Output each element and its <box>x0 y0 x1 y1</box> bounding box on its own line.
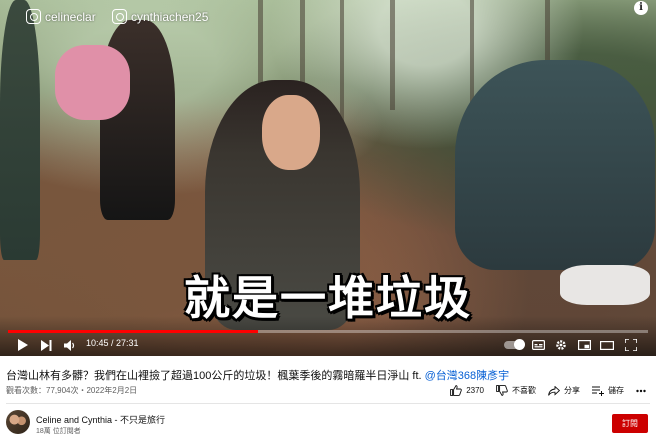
subscribe-button[interactable]: 訂閱 <box>612 414 648 433</box>
share-label: 分享 <box>564 386 580 395</box>
subscriber-count: 18萬 位訂閱者 <box>36 428 81 435</box>
theater-icon[interactable] <box>599 336 615 354</box>
volume-icon[interactable] <box>62 336 78 354</box>
time-display: 10:45 / 27:31 <box>86 338 139 348</box>
like-button[interactable]: 2370 <box>450 385 484 396</box>
pink-backpack <box>55 45 130 120</box>
save-playlist-icon <box>592 386 604 396</box>
person-left-edge <box>0 0 40 260</box>
player-controls: 10:45 / 27:31 <box>0 336 656 354</box>
watermark-instagram-1: celineclar <box>26 9 96 24</box>
next-icon[interactable] <box>38 336 54 354</box>
watermark-handle-1: celineclar <box>45 9 96 24</box>
play-icon[interactable] <box>14 336 30 354</box>
instagram-icon <box>26 9 41 24</box>
video-player[interactable]: celineclar cynthiachen25 i 就是一堆垃圾 10:45 … <box>0 0 656 356</box>
like-count: 2370 <box>466 386 484 395</box>
share-icon <box>548 385 560 396</box>
divider <box>6 403 650 404</box>
settings-icon[interactable] <box>553 336 569 354</box>
thumbs-down-icon <box>496 385 508 396</box>
save-label: 儲存 <box>608 386 624 395</box>
channel-name[interactable]: Celine and Cynthia - 不只是旅行 <box>36 413 165 426</box>
share-button[interactable]: 分享 <box>548 385 580 396</box>
autoplay-toggle[interactable] <box>504 339 525 350</box>
save-button[interactable]: 儲存 <box>592 385 624 396</box>
progress-fill <box>8 330 258 333</box>
miniplayer-icon[interactable] <box>576 336 592 354</box>
video-actions: 2370 不喜歡 分享 儲存 <box>450 385 646 396</box>
info-icon[interactable]: i <box>634 1 648 15</box>
video-title: 台灣山林有多髒？我們在山裡撿了超過100公斤的垃圾！楓葉季後的霧暗羅半日淨山 f… <box>6 367 509 383</box>
more-actions-button[interactable] <box>636 389 646 393</box>
channel-mention-link[interactable]: @台灣368陳彥宇 <box>425 370 510 382</box>
fullscreen-icon[interactable] <box>623 336 639 354</box>
channel-avatar[interactable] <box>6 410 30 434</box>
tree-trunk <box>390 0 395 110</box>
video-meta: 觀看次數：77,904次・2022年2月2日 <box>6 386 138 395</box>
more-icon <box>636 389 646 392</box>
thumbs-up-icon <box>450 385 462 396</box>
dislike-label: 不喜歡 <box>512 386 536 395</box>
video-title-text: 台灣山林有多髒？我們在山裡撿了超過100公斤的垃圾！楓葉季後的霧暗羅半日淨山 f… <box>6 370 425 382</box>
watermark-instagram-2: cynthiachen25 <box>112 9 208 24</box>
face <box>262 95 320 170</box>
progress-bar[interactable] <box>8 330 648 333</box>
dislike-button[interactable]: 不喜歡 <box>496 385 536 396</box>
subtitles-icon[interactable] <box>530 336 546 354</box>
crouching-man-figure <box>455 60 655 270</box>
instagram-icon <box>112 9 127 24</box>
watermark-handle-2: cynthiachen25 <box>131 9 209 24</box>
